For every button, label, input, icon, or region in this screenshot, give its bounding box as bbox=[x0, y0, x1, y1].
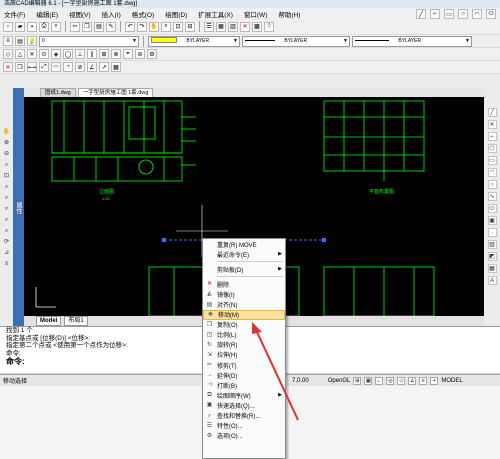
arrowhead-icon bbox=[252, 322, 262, 334]
annotation-arrow bbox=[256, 331, 299, 421]
annotation-overlay bbox=[252, 322, 299, 421]
